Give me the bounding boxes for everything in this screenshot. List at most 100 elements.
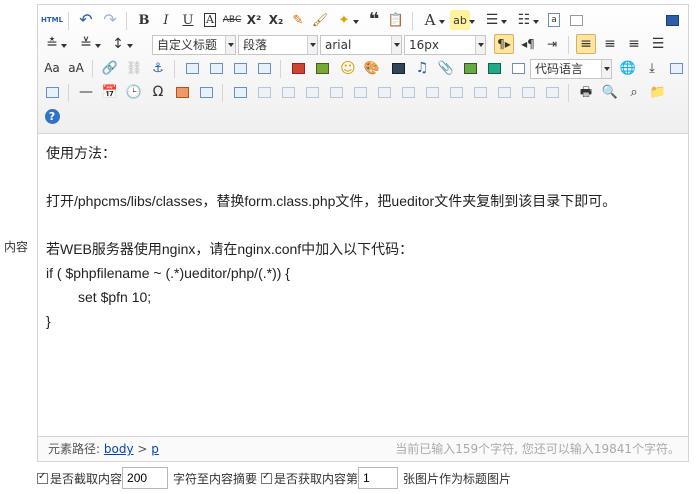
row-spacing-top-icon[interactable]: ≛ bbox=[42, 34, 67, 54]
blockquote-icon[interactable]: ❝ bbox=[364, 10, 384, 30]
chevron-down-icon bbox=[307, 36, 317, 54]
split-cols-icon[interactable] bbox=[518, 82, 538, 102]
split-cells-icon[interactable] bbox=[470, 82, 490, 102]
background-icon[interactable] bbox=[42, 82, 62, 102]
source-html-icon[interactable]: HTML bbox=[41, 10, 63, 30]
music-icon[interactable]: ♫ bbox=[412, 58, 432, 78]
align-justify-icon[interactable]: ☰ bbox=[648, 34, 668, 54]
merge-down-icon[interactable] bbox=[446, 82, 466, 102]
web-app-icon[interactable]: 🌐 bbox=[618, 58, 638, 78]
font-border-icon[interactable]: A bbox=[200, 10, 220, 30]
indent-icon[interactable]: ⇥ bbox=[542, 34, 562, 54]
insert-image-icon[interactable] bbox=[312, 58, 332, 78]
uppercase-icon[interactable]: Aa bbox=[42, 58, 62, 78]
subscript-icon[interactable]: X₂ bbox=[266, 10, 286, 30]
unlink-icon[interactable]: ⛓ bbox=[124, 58, 144, 78]
template-icon[interactable] bbox=[666, 58, 686, 78]
lowercase-icon[interactable]: aA bbox=[66, 58, 86, 78]
paste-plain-icon[interactable]: 📋 bbox=[386, 10, 406, 30]
editor-content-area[interactable]: 使用方法： 打开/phpcms/libs/classes，替换form.clas… bbox=[38, 135, 688, 438]
chevron-down-icon bbox=[601, 60, 611, 78]
eraser-icon[interactable]: ✎ bbox=[288, 10, 308, 30]
content-line: if ( $phpfilename ~ (.*)ueditor/php/(.*)… bbox=[46, 265, 290, 281]
unordered-list-icon[interactable]: ☷ bbox=[514, 10, 539, 30]
attachment-icon[interactable]: 📎 bbox=[436, 58, 456, 78]
ltr-direction-icon[interactable]: ¶▸ bbox=[494, 34, 514, 54]
rtl-direction-icon[interactable]: ◂¶ bbox=[518, 34, 538, 54]
align-right-icon[interactable]: ≡ bbox=[624, 34, 644, 54]
horizontal-rule-icon[interactable]: — bbox=[76, 82, 96, 102]
image-left-icon[interactable] bbox=[206, 58, 226, 78]
editor-toolbar: HTML ↶ ↷ B I U A ABC X² X₂ ✎ 🖌 ✦ ❝ 📋 A a… bbox=[38, 5, 688, 134]
insert-col-icon[interactable] bbox=[350, 82, 370, 102]
paragraph-format-select[interactable]: 段落 bbox=[238, 35, 318, 55]
align-left-icon[interactable]: ≡ bbox=[576, 34, 596, 54]
thumb-label: 是否获取内容第 bbox=[274, 471, 359, 486]
intercept-checkbox[interactable] bbox=[37, 471, 48, 484]
toolbar-row-5: ? bbox=[42, 106, 684, 128]
thumb-index-input[interactable] bbox=[358, 467, 399, 489]
chevron-down-icon bbox=[475, 36, 485, 54]
intercept-length-input[interactable] bbox=[122, 467, 169, 489]
strikethrough-icon[interactable]: ABC bbox=[222, 10, 242, 30]
insert-video-icon[interactable] bbox=[388, 58, 408, 78]
pagebreak-icon[interactable]: ⤓ bbox=[642, 58, 662, 78]
time-icon[interactable]: 🕒 bbox=[124, 82, 144, 102]
custom-heading-select[interactable]: 自定义标题 bbox=[152, 35, 236, 55]
insert-row-icon[interactable] bbox=[302, 82, 322, 102]
image-none-icon[interactable] bbox=[182, 58, 202, 78]
line-height-icon[interactable]: ↕ bbox=[108, 34, 133, 54]
snapscreen-icon[interactable] bbox=[172, 82, 192, 102]
italic-icon[interactable]: I bbox=[156, 10, 176, 30]
merge-cells-icon[interactable] bbox=[398, 82, 418, 102]
special-chars-icon[interactable]: Ω bbox=[148, 82, 168, 102]
superscript-icon[interactable]: X² bbox=[244, 10, 264, 30]
wordimage-icon[interactable] bbox=[196, 82, 216, 102]
undo-icon[interactable]: ↶ bbox=[76, 10, 96, 30]
chart-icon[interactable] bbox=[542, 82, 562, 102]
link-icon[interactable]: 🔗 bbox=[100, 58, 120, 78]
format-brush-icon[interactable]: 🖌 bbox=[310, 10, 330, 30]
delete-col-icon[interactable] bbox=[374, 82, 394, 102]
simple-upload-icon[interactable] bbox=[288, 58, 308, 78]
anchor-icon[interactable]: ⚓ bbox=[148, 58, 168, 78]
emotion-icon[interactable]: ☺ bbox=[338, 58, 358, 78]
font-family-select[interactable]: arial bbox=[320, 35, 402, 55]
align-center-icon[interactable]: ≡ bbox=[600, 34, 620, 54]
chevron-down-icon bbox=[225, 36, 235, 54]
font-color-icon[interactable]: A bbox=[420, 10, 445, 30]
fullscreen-icon[interactable] bbox=[662, 10, 682, 30]
image-right-icon[interactable] bbox=[230, 58, 250, 78]
split-rows-icon[interactable] bbox=[494, 82, 514, 102]
print-icon[interactable]: 🖶 bbox=[576, 82, 596, 102]
select-all-icon[interactable]: a bbox=[544, 10, 564, 30]
preview-icon[interactable]: 🔍 bbox=[600, 82, 620, 102]
font-size-select[interactable]: 16px bbox=[404, 35, 486, 55]
bold-icon[interactable]: B bbox=[134, 10, 154, 30]
merge-right-icon[interactable] bbox=[422, 82, 442, 102]
row-spacing-bottom-icon[interactable]: ≚ bbox=[76, 34, 101, 54]
autotypeset-icon[interactable]: ✦ bbox=[334, 10, 359, 30]
map-icon[interactable] bbox=[460, 58, 480, 78]
image-center-icon[interactable] bbox=[254, 58, 274, 78]
help-icon[interactable]: ? bbox=[42, 106, 62, 126]
thumb-checkbox[interactable] bbox=[261, 471, 273, 484]
scrawl-icon[interactable]: 🎨 bbox=[362, 58, 382, 78]
highlight-color-icon[interactable]: ab bbox=[450, 10, 475, 30]
ordered-list-icon[interactable]: ☰ bbox=[482, 10, 507, 30]
date-icon[interactable]: 📅 bbox=[100, 82, 120, 102]
drafts-icon[interactable]: 📁 bbox=[648, 82, 668, 102]
insert-frame-icon[interactable] bbox=[508, 58, 528, 78]
path-p-link[interactable]: p bbox=[151, 442, 159, 456]
redo-icon[interactable]: ↷ bbox=[100, 10, 120, 30]
underline-icon[interactable]: U bbox=[178, 10, 198, 30]
gmap-icon[interactable] bbox=[484, 58, 504, 78]
code-language-select[interactable]: 代码语言 bbox=[530, 59, 612, 79]
insert-paragraph-before-table-icon[interactable] bbox=[278, 82, 298, 102]
insert-table-icon[interactable] bbox=[230, 82, 250, 102]
clear-doc-icon[interactable] bbox=[566, 10, 586, 30]
delete-table-icon[interactable] bbox=[254, 82, 274, 102]
path-body-link[interactable]: body bbox=[104, 442, 134, 456]
search-replace-icon[interactable]: ⌕ bbox=[624, 82, 644, 102]
delete-row-icon[interactable] bbox=[326, 82, 346, 102]
